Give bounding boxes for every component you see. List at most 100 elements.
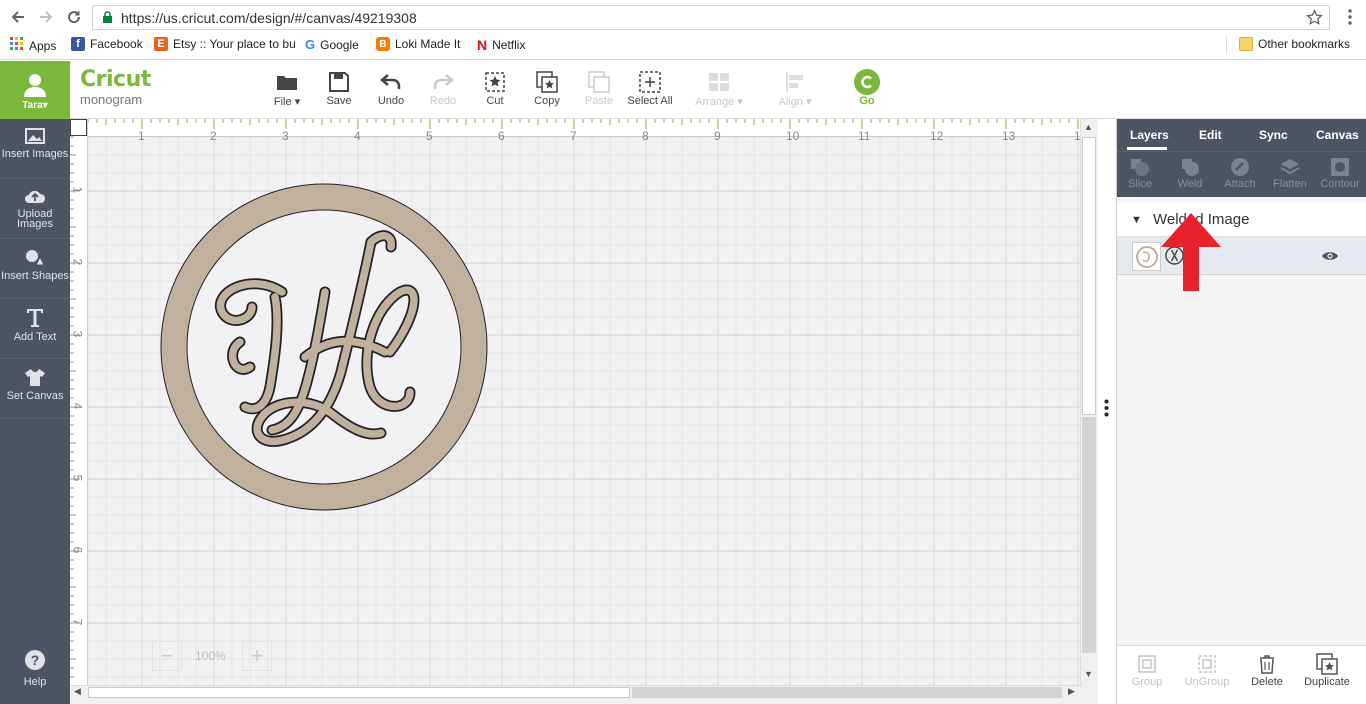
zoom-out-button[interactable]: − xyxy=(152,641,182,671)
file-button[interactable]: File ▾ xyxy=(259,69,315,108)
visibility-eye-icon[interactable] xyxy=(1321,249,1339,267)
weld-icon xyxy=(1167,156,1213,178)
copy-button[interactable]: Copy xyxy=(519,69,575,107)
weld-button[interactable]: Weld xyxy=(1167,156,1213,190)
sidebar-item-upload-images[interactable]: Upload Images xyxy=(0,179,70,239)
layer-thumbnail xyxy=(1132,242,1161,271)
zoom-control: − 100% + xyxy=(152,639,274,673)
monogram-design[interactable] xyxy=(160,182,490,512)
apps-grid-icon xyxy=(10,37,24,54)
go-label: Go xyxy=(859,95,875,107)
zoom-in-button[interactable]: + xyxy=(242,641,272,671)
redo-button[interactable]: Redo xyxy=(415,69,471,107)
duplicate-button[interactable]: Duplicate xyxy=(1297,652,1357,688)
bookmark-etsy[interactable]: E Etsy :: Your place to bu xyxy=(154,37,296,51)
go-button[interactable]: Go xyxy=(839,69,895,107)
ungroup-button[interactable]: UnGroup xyxy=(1177,652,1237,688)
ungroup-label: UnGroup xyxy=(1184,676,1230,688)
layers-panel: Layers Edit Sync Canvas Slice Weld Attac… xyxy=(1116,119,1366,704)
align-button[interactable]: Align ▾ xyxy=(767,69,823,108)
trash-icon xyxy=(1237,652,1297,676)
app-header: Cricut monogram File ▾ Save Undo Redo Cu… xyxy=(70,61,1366,119)
cricut-logo[interactable]: Cricut monogram xyxy=(80,67,151,107)
vertical-scrollbar[interactable]: ▲ ▼ xyxy=(1080,119,1098,689)
panel-tabs: Layers Edit Sync Canvas xyxy=(1117,119,1366,151)
folder-icon xyxy=(1239,37,1253,51)
vertical-scroll-track[interactable] xyxy=(1082,417,1096,653)
vertical-scroll-thumb[interactable] xyxy=(1082,137,1096,415)
redo-label: Redo xyxy=(429,95,457,107)
user-name: Tara xyxy=(22,100,43,111)
horizontal-ruler xyxy=(70,119,1082,137)
help-button[interactable]: ? Help xyxy=(0,649,70,688)
netflix-icon: N xyxy=(477,37,488,53)
tab-edit[interactable]: Edit xyxy=(1199,128,1222,142)
bookmark-google[interactable]: G Google xyxy=(305,37,359,52)
redo-icon xyxy=(415,69,471,95)
design-canvas[interactable]: 1234567891011121314 1234567 xyxy=(70,119,1098,704)
cut-icon xyxy=(467,69,523,95)
scroll-down-icon[interactable]: ▼ xyxy=(1084,669,1093,679)
drag-handle-icon[interactable] xyxy=(1104,399,1109,422)
image-icon xyxy=(0,128,70,144)
slice-icon xyxy=(1117,156,1163,178)
paste-button[interactable]: Paste xyxy=(571,69,627,107)
back-icon[interactable] xyxy=(6,5,30,29)
arrange-button[interactable]: Arrange ▾ xyxy=(691,69,747,108)
delete-button[interactable]: Delete xyxy=(1237,652,1297,688)
shapes-icon xyxy=(0,248,70,266)
tab-sync[interactable]: Sync xyxy=(1259,128,1288,142)
user-menu-button[interactable]: Tara▾ xyxy=(0,61,70,119)
scroll-left-icon[interactable]: ◀ xyxy=(74,686,81,697)
bookmark-loki[interactable]: B Loki Made It xyxy=(376,37,460,51)
layer-row[interactable] xyxy=(1117,237,1366,275)
etsy-icon: E xyxy=(154,37,168,51)
cut-button[interactable]: Cut xyxy=(467,69,523,107)
scroll-up-icon[interactable]: ▲ xyxy=(1084,122,1093,132)
sidebar-item-set-canvas[interactable]: Set Canvas xyxy=(0,359,70,419)
bookmark-netflix[interactable]: N Netflix xyxy=(477,37,525,53)
copy-label: Copy xyxy=(534,95,560,107)
scroll-right-icon[interactable]: ▶ xyxy=(1068,686,1075,697)
other-bookmarks[interactable]: Other bookmarks xyxy=(1239,37,1350,51)
reload-icon[interactable] xyxy=(62,5,86,29)
sidebar-item-insert-images[interactable]: Insert Images xyxy=(0,119,70,179)
slice-button[interactable]: Slice xyxy=(1117,156,1163,190)
blogger-icon: B xyxy=(376,37,390,51)
save-button[interactable]: Save xyxy=(311,69,367,107)
save-icon xyxy=(311,69,367,95)
attach-button[interactable]: Attach xyxy=(1217,156,1263,190)
horizontal-scrollbar[interactable]: ◀ ▶ xyxy=(70,685,1082,699)
tab-canvas[interactable]: Canvas xyxy=(1316,128,1359,142)
group-button[interactable]: Group xyxy=(1117,652,1177,688)
layer-group-header[interactable]: ▼ Welded Image xyxy=(1117,203,1366,237)
upload-cloud-icon xyxy=(0,188,70,204)
select-all-button[interactable]: Select All xyxy=(623,69,677,107)
bookmark-facebook[interactable]: f Facebook xyxy=(71,37,143,51)
contour-button[interactable]: Contour xyxy=(1317,156,1363,190)
sidebar-item-insert-shapes[interactable]: Insert Shapes xyxy=(0,239,70,299)
browser-chrome: https://us.cricut.com/design/#/canvas/49… xyxy=(0,0,1366,60)
select-all-icon xyxy=(623,69,677,95)
tool-label: Flatten xyxy=(1273,178,1307,190)
panel-splitter[interactable] xyxy=(1098,119,1116,704)
bookmark-apps[interactable]: Apps xyxy=(10,37,56,54)
forward-icon[interactable] xyxy=(34,5,58,29)
star-icon[interactable] xyxy=(1306,9,1323,31)
left-sidebar: Tara▾ Insert Images Upload Images Insert… xyxy=(0,61,70,704)
address-bar[interactable]: https://us.cricut.com/design/#/canvas/49… xyxy=(92,5,1330,30)
flatten-button[interactable]: Flatten xyxy=(1267,156,1313,190)
project-name: monogram xyxy=(80,92,143,107)
file-label: File xyxy=(273,96,292,108)
undo-icon xyxy=(363,69,419,95)
horizontal-scroll-thumb[interactable] xyxy=(88,687,630,698)
paste-icon xyxy=(571,69,627,95)
collapse-caret-icon[interactable]: ▼ xyxy=(1131,214,1142,226)
arrange-icon xyxy=(691,69,747,95)
undo-button[interactable]: Undo xyxy=(363,69,419,107)
menu-icon[interactable] xyxy=(1338,5,1362,29)
sidebar-item-add-text[interactable]: Add Text xyxy=(0,299,70,359)
tab-layers[interactable]: Layers xyxy=(1130,128,1169,142)
sidebar-item-label: Insert Shapes xyxy=(1,270,69,282)
horizontal-scroll-track[interactable] xyxy=(632,687,1062,698)
